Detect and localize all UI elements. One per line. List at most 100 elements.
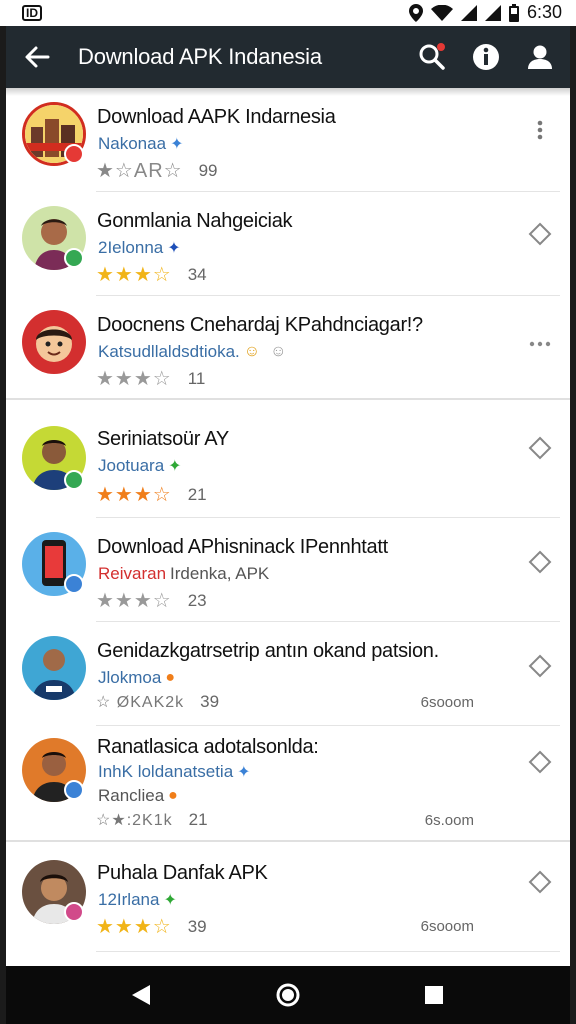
signal-icon: [460, 4, 477, 21]
publisher-name: Irdenka, APK: [170, 564, 270, 583]
app-rating: ★☆AR☆ 99: [96, 158, 218, 183]
status-bar: ID 6:30: [0, 0, 576, 26]
app-publisher: InhK loldanatsetia ✦: [98, 762, 251, 782]
list-item[interactable]: Puhala Danfak APK 12Irlana ✦ ★★★☆ 39 6sooo…: [6, 842, 570, 952]
diamond-icon[interactable]: [528, 870, 552, 894]
app-publisher: Jootuara ✦: [98, 456, 182, 476]
location-icon: [408, 3, 423, 22]
review-count: 99: [198, 160, 218, 180]
rating-stars: ★☆AR☆: [96, 160, 183, 182]
app-publisher: 12Irlana ✦: [98, 890, 177, 910]
app-publisher: Jlokmoa ●: [98, 668, 175, 688]
battery-icon: [508, 3, 519, 22]
review-count: 39: [187, 916, 207, 936]
wifi-icon: [430, 4, 453, 21]
list-item[interactable]: Genidazkgatrsetrip antın okand patsion. …: [6, 622, 570, 726]
verified-icon: ✦: [167, 240, 181, 257]
publisher-name: InhK loldanatsetia: [98, 762, 234, 781]
review-count: 21: [188, 810, 208, 829]
status-badge: [64, 470, 84, 490]
publisher-name-highlight: Reivaran: [98, 564, 167, 583]
rating-stars: ☆★:2K1k: [96, 812, 173, 829]
person-avatar-icon: [32, 649, 76, 700]
status-badge: [64, 902, 84, 922]
list-item[interactable]: Ranatlasica adotalsonlda: InhK loldanats…: [6, 726, 570, 842]
review-count: 34: [187, 264, 207, 284]
publisher-name: Nakonaa: [98, 134, 167, 153]
app-rating: ★★★☆ 39: [96, 914, 207, 939]
more-vert-icon[interactable]: [528, 118, 552, 142]
review-count: 21: [187, 484, 207, 504]
verified-icon: ✦: [163, 892, 177, 909]
app-publisher: Katsudllaldsdtioka. ☺ ☺: [98, 342, 286, 362]
publisher-name: Katsudllaldsdtioka.: [98, 342, 240, 361]
app-name: Download APhisninack IPennhtatt: [97, 536, 388, 558]
page-title: Download APK Indanesia: [78, 44, 322, 69]
status-badge: [64, 574, 84, 594]
list-item[interactable]: Download AAPK Indarnesia Nakonaa ✦ ★☆AR☆ 9…: [6, 88, 570, 192]
app-name: Download AAPK Indarnesia: [97, 106, 336, 128]
signal-icon-2: [484, 4, 501, 21]
app-rating: ★★★☆ 21: [96, 482, 207, 507]
app-rating: ☆ ØKAK2k 39: [96, 692, 219, 712]
rating-stars: ★★★☆: [96, 916, 172, 938]
emoji-icon: ☺: [243, 343, 261, 360]
diamond-icon[interactable]: [528, 550, 552, 574]
diamond-icon[interactable]: [528, 436, 552, 460]
account-icon[interactable]: [524, 41, 556, 73]
clock: 6:30: [526, 2, 562, 22]
back-arrow-icon[interactable]: [22, 42, 52, 72]
status-badge: [64, 780, 84, 800]
app-size: 6sooom: [420, 694, 474, 711]
app-list: Download AAPK Indarnesia Nakonaa ✦ ★☆AR☆ 9…: [6, 88, 570, 966]
app-publisher: Reivaran Irdenka, APK: [98, 564, 269, 584]
app-publisher: Nakonaa ✦: [98, 134, 183, 154]
app-size: 6sooom: [420, 918, 474, 935]
app-rating: ★★★☆ 23: [96, 588, 207, 613]
avatar: [22, 310, 86, 374]
status-badge: [64, 144, 84, 164]
review-count: 11: [187, 368, 206, 388]
app-publisher: 2Ielonna ✦: [98, 238, 181, 258]
app-category: Rancliea ●: [98, 786, 178, 806]
status-badge: [64, 248, 84, 268]
app-rating: ☆★:2K1k 21: [96, 810, 208, 830]
app-rating: ★★★☆ 11: [96, 366, 205, 391]
status-notification-icon: ID: [22, 5, 42, 21]
list-item[interactable]: Doocnens Cnehardaj KPahdnciagar!? Katsud…: [6, 296, 570, 400]
app-name: Seriniatsoür AY: [97, 428, 229, 450]
publisher-name: Jlokmoa: [98, 668, 162, 687]
recents-nav-icon[interactable]: [420, 981, 448, 1009]
rating-stars: ★★★☆: [96, 590, 172, 612]
review-count: 23: [187, 590, 207, 610]
list-item[interactable]: Download APhisninack IPennhtatt Reivaran…: [6, 518, 570, 622]
rating-stars: ★★★☆: [96, 368, 172, 390]
diamond-icon[interactable]: [528, 222, 552, 246]
home-nav-icon[interactable]: [274, 981, 302, 1009]
app-rating: ★★★☆ 34: [96, 262, 207, 287]
coin-icon: ●: [168, 787, 178, 804]
publisher-name: 2Ielonna: [98, 238, 164, 257]
row-divider: [96, 951, 560, 952]
app-name: Ranatlasica adotalsonlda:: [97, 736, 319, 758]
publisher-name: 12Irlana: [98, 890, 160, 909]
app-bar: Download APK Indanesia: [6, 26, 570, 88]
avatar: [22, 636, 86, 700]
diamond-icon[interactable]: [528, 654, 552, 678]
publisher-name: Jootuara: [98, 456, 165, 475]
verified-icon: ✦: [237, 764, 251, 781]
info-icon[interactable]: [470, 41, 502, 73]
rating-stars: ☆ ØKAK2k: [96, 694, 185, 711]
navigation-bar: [6, 966, 570, 1024]
app-size: 6s.oom: [424, 812, 474, 829]
review-count: 39: [200, 692, 220, 711]
emoji-icon-2: ☺: [270, 343, 287, 360]
list-item[interactable]: Gonmlania Nahgeiciak 2Ielonna ✦ ★★★☆ 34: [6, 192, 570, 296]
list-item[interactable]: Seriniatsoür AY Jootuara ✦ ★★★☆ 21: [6, 400, 570, 518]
verified-icon: ✦: [170, 136, 184, 153]
more-horiz-icon[interactable]: [528, 332, 552, 356]
app-name: Puhala Danfak APK: [97, 862, 268, 884]
search-icon[interactable]: [416, 41, 448, 73]
back-nav-icon[interactable]: [128, 981, 156, 1009]
diamond-icon[interactable]: [528, 750, 552, 774]
